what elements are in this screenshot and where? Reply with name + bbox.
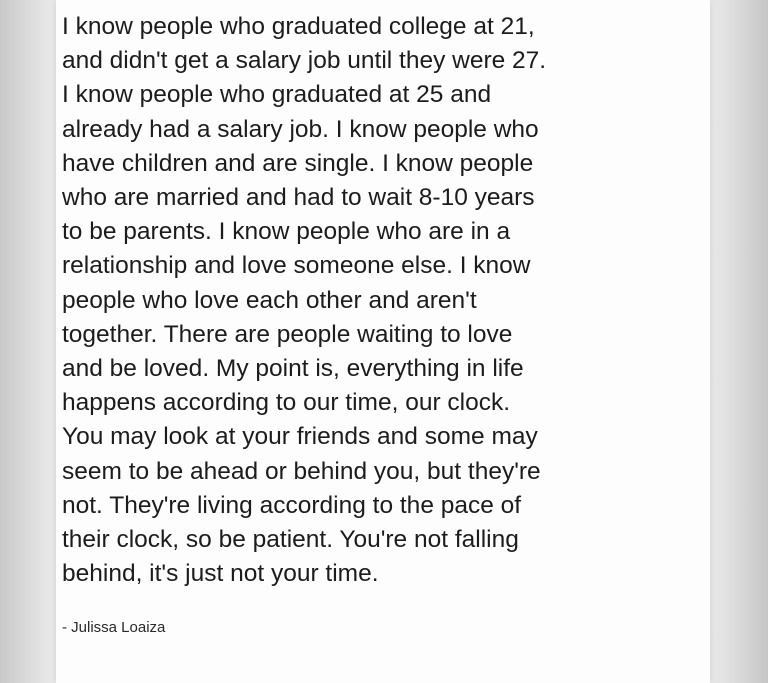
quote-author: - Julissa Loaiza: [62, 619, 166, 636]
quote-line: to be parents. I know people who are in …: [62, 218, 511, 246]
quote-line: their clock, so be patient. You're not f…: [62, 526, 519, 554]
quote-line: together. There are people waiting to lo…: [62, 320, 513, 348]
quote-line: behind, it's just not your time.: [62, 560, 379, 588]
quote-line: who are married and had to wait 8-10 yea…: [62, 184, 535, 212]
quote-line: I know people who graduated at 25 and: [62, 81, 492, 109]
quote-line: seem to be ahead or behind you, but they…: [62, 457, 541, 485]
quote-line: and didn't get a salary job until they w…: [62, 47, 547, 75]
quote-line: have children and are single. I know peo…: [62, 149, 534, 177]
quote-line: people who love each other and aren't: [62, 286, 477, 314]
quote-line: happens according to our time, our clock…: [62, 389, 511, 417]
quote-text: I know people who graduated college at 2…: [62, 10, 662, 591]
quote-line: You may look at your friends and some ma…: [62, 423, 538, 451]
quote-line: already had a salary job. I know people …: [62, 115, 539, 143]
quote-line: relationship and love someone else. I kn…: [62, 252, 531, 280]
quote-line: I know people who graduated college at 2…: [62, 13, 535, 40]
quote-line: not. They're living according to the pac…: [62, 491, 522, 519]
quote-line: and be loved. My point is, everything in…: [62, 355, 524, 383]
